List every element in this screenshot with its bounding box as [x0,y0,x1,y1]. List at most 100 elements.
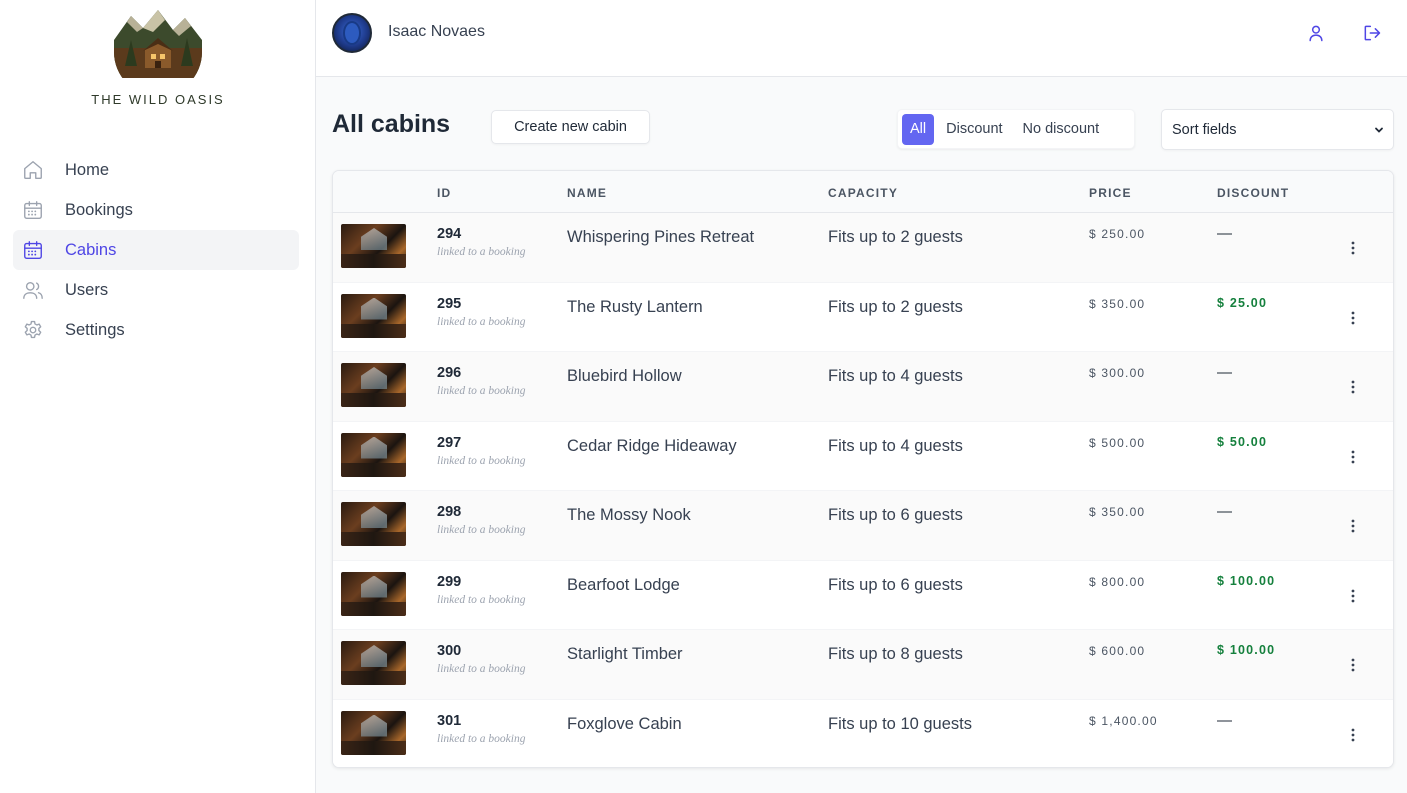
sidebar-item-cabins[interactable]: Cabins [13,230,299,270]
sidebar-item-label: Users [65,280,109,299]
table-row: 301 linked to a booking Foxglove Cabin Fits… [333,699,1393,767]
cabin-image [341,363,406,407]
row-menu-button[interactable] [1343,376,1363,398]
more-vertical-icon [1351,241,1355,255]
cabin-price: $ 300.00 [1089,366,1146,380]
cabin-image [341,571,406,616]
page-title: All cabins [332,110,451,138]
cabin-id: 300 [437,643,462,659]
filter-all-button[interactable]: All [902,113,935,145]
cabin-capacity: Fits up to 4 guests [828,367,963,385]
table-row: 296 linked to a booking Bluebird Hollow Fit… [333,352,1393,422]
cabin-id: 297 [437,434,462,451]
cabin-discount: $ 100.00 [1217,573,1276,588]
brand-name: THE WILD OASIS [91,92,225,107]
sidebar-item-home[interactable]: Home [13,150,299,190]
table-row: 300 linked to a booking Starlight Timber Fi… [333,630,1393,700]
sidebar-item-users[interactable]: Users [13,270,299,310]
more-vertical-icon [1351,728,1355,741]
row-menu-button[interactable] [1343,654,1363,676]
column-header-id: ID [437,186,452,200]
cabin-capacity: Fits up to 10 guests [828,714,972,733]
cabin-price: $ 250.00 [1089,227,1146,241]
discount-filter: All Discount No discount [897,109,1135,149]
cabin-price: $ 500.00 [1089,435,1146,450]
cabin-image [341,293,406,338]
cabin-name: Cedar Ridge Hideaway [567,436,737,455]
cabin-id: 301 [437,712,462,729]
row-menu-button[interactable] [1343,585,1363,607]
cabin-discount: — [1217,225,1234,242]
cabin-id: 294 [437,226,462,242]
table-row: 294 linked to a booking Whispering Pines R… [333,213,1393,283]
sort-select[interactable]: Sort fields [1161,109,1394,150]
filter-no-discount-button[interactable]: No discount [1015,114,1108,145]
chevron-down-icon [1375,127,1383,133]
more-vertical-icon [1351,311,1355,324]
booking-link-note: linked to a booking [437,385,526,397]
table-row: 297 linked to a booking Cedar Ridge Hideaw… [333,421,1393,491]
row-menu-button[interactable] [1343,237,1363,259]
cabin-price: $ 350.00 [1089,296,1146,311]
cabin-id: 298 [437,504,462,520]
create-cabin-button[interactable]: Create new cabin [491,110,650,144]
filter-discount-button[interactable]: Discount [938,114,1010,145]
account-button[interactable] [1304,21,1328,45]
row-menu-button[interactable] [1343,515,1363,537]
cabin-capacity: Fits up to 2 guests [828,297,963,316]
cabins-table: ID NAME CAPACITY PRICE DISCOUNT 294 linke… [332,170,1394,768]
cabin-capacity: Fits up to 6 guests [828,506,963,524]
cabin-id: 296 [437,365,462,381]
column-header-discount: DISCOUNT [1217,186,1290,200]
user-icon [1309,25,1323,42]
booking-link-note: linked to a booking [437,732,526,745]
calendar-icon [22,199,44,221]
cabin-price: $ 600.00 [1089,644,1146,658]
sidebar-item-label: Home [65,160,110,179]
sidebar-item-label: Settings [65,320,125,339]
cabin-name: Bluebird Hollow [567,367,682,385]
logo-image-icon [114,10,202,78]
row-menu-button[interactable] [1343,446,1363,468]
table-row: 298 linked to a booking The Mossy Nook Fits… [333,491,1393,561]
cabin-discount: $ 100.00 [1217,643,1276,657]
sidebar-item-label: Cabins [65,240,117,259]
row-menu-button[interactable] [1343,307,1363,329]
more-vertical-icon [1351,519,1355,533]
sidebar: THE WILD OASIS Home Bookings Cabins User… [0,0,316,793]
cabin-name: Starlight Timber [567,645,683,663]
row-menu-button[interactable] [1343,724,1363,746]
booking-link-note: linked to a booking [437,454,526,467]
sidebar-item-settings[interactable]: Settings [13,310,299,350]
booking-link-note: linked to a booking [437,315,526,328]
table-row: 299 linked to a booking Bearfoot Lodge Fits… [333,560,1393,630]
avatar [332,13,372,53]
cabin-image [341,502,406,546]
cabin-image [341,432,406,477]
sidebar-item-label: Bookings [65,200,133,219]
calendar-icon [22,239,44,261]
table-header: ID NAME CAPACITY PRICE DISCOUNT [333,171,1393,213]
column-header-name: NAME [567,186,608,200]
cabin-price: $ 800.00 [1089,574,1146,589]
home-icon [22,159,44,181]
logout-button[interactable] [1360,21,1384,45]
cabin-id: 299 [437,573,462,590]
cabin-name: The Mossy Nook [567,506,691,524]
sidebar-item-bookings[interactable]: Bookings [13,190,299,230]
cabin-name: The Rusty Lantern [567,297,703,316]
more-vertical-icon [1351,589,1355,602]
booking-link-note: linked to a booking [437,593,526,606]
cabin-capacity: Fits up to 8 guests [828,645,963,663]
column-header-price: PRICE [1089,186,1132,200]
more-vertical-icon [1351,658,1355,672]
column-header-capacity: CAPACITY [828,186,899,200]
booking-link-note: linked to a booking [437,663,526,675]
users-icon [22,279,44,301]
cabin-discount: $ 50.00 [1217,434,1268,449]
cabin-capacity: Fits up to 4 guests [828,436,963,455]
cabin-image [341,641,406,685]
cabin-name: Whispering Pines Retreat [567,228,755,246]
logo: THE WILD OASIS [0,10,316,107]
logout-icon [1364,25,1381,41]
